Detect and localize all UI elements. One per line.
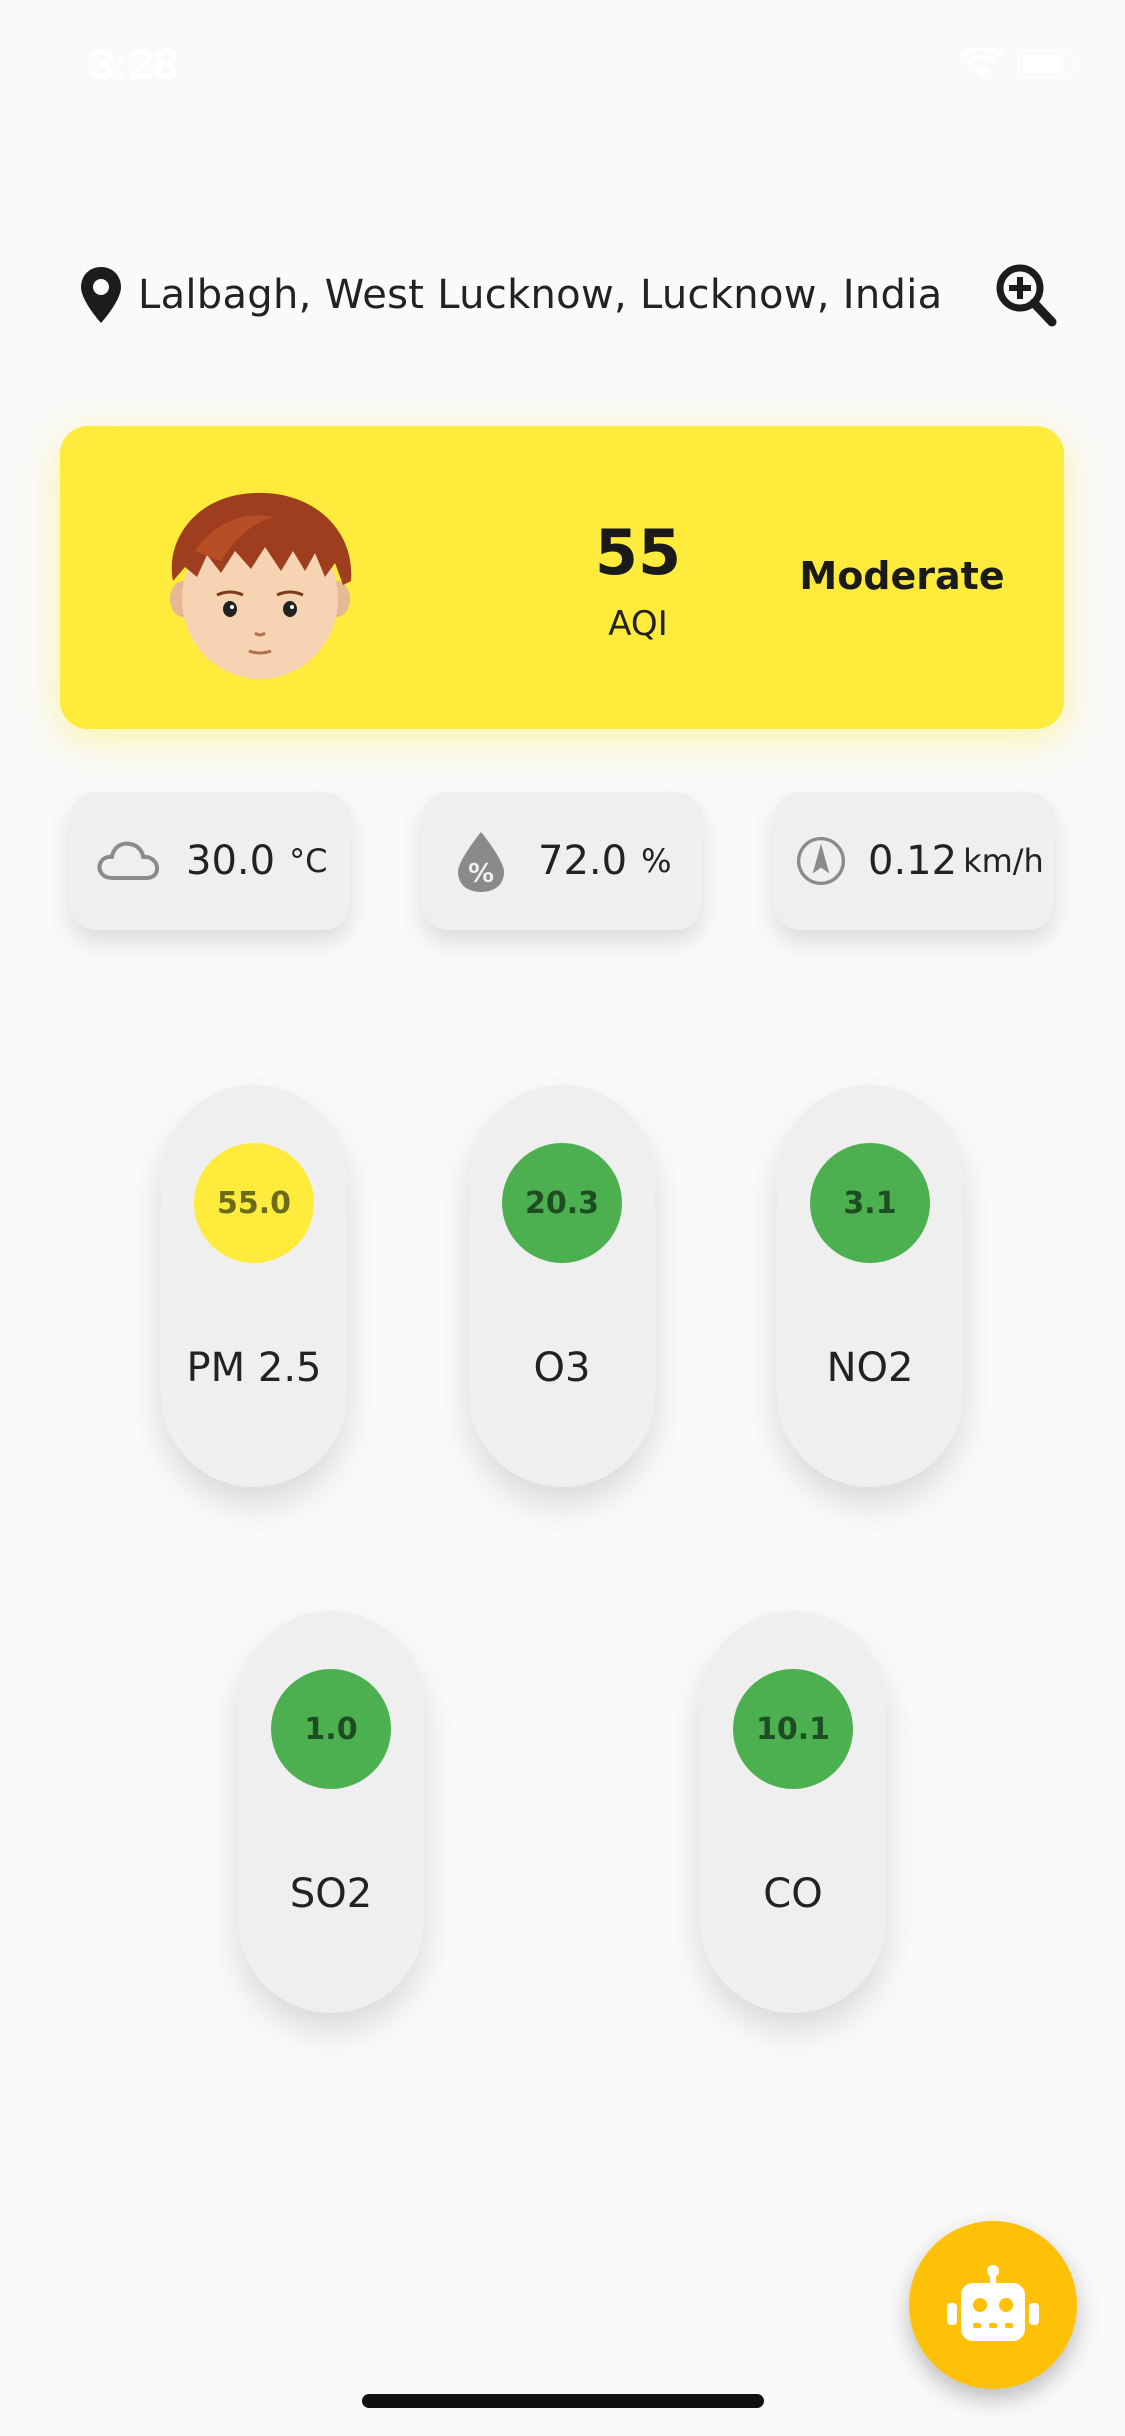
pollutant-so2[interactable]: 1.0 SO2 bbox=[238, 1611, 424, 2013]
battery-icon bbox=[1018, 49, 1079, 79]
pollutant-label: O3 bbox=[533, 1345, 591, 1391]
temperature-unit: °C bbox=[289, 842, 328, 880]
chatbot-fab-button[interactable] bbox=[909, 2221, 1077, 2389]
status-icons bbox=[960, 48, 1080, 80]
aqi-value: 55 bbox=[594, 516, 682, 589]
pollutant-label: NO2 bbox=[826, 1345, 914, 1391]
location-text: Lalbagh, West Lucknow, Lucknow, India bbox=[138, 272, 943, 318]
temperature-value: 30.0 bbox=[186, 838, 276, 884]
pollutant-value-badge: 10.1 bbox=[733, 1669, 853, 1789]
pollutant-o3[interactable]: 20.3 O3 bbox=[469, 1085, 655, 1487]
humidity-unit: % bbox=[641, 842, 672, 880]
pollutant-label: PM 2.5 bbox=[186, 1345, 322, 1391]
wind-card: 0.12 km/h bbox=[774, 792, 1054, 930]
pollutant-value-badge: 1.0 bbox=[271, 1669, 391, 1789]
humidity-value: 72.0 bbox=[538, 838, 628, 884]
temperature-card: 30.0 °C bbox=[70, 792, 350, 930]
robot-icon bbox=[947, 2265, 1039, 2341]
pollutant-label: CO bbox=[763, 1871, 823, 1917]
cloud-icon bbox=[97, 841, 160, 880]
home-indicator[interactable] bbox=[362, 2394, 764, 2408]
humidity-card: % 72.0 % bbox=[422, 792, 702, 930]
wifi-icon bbox=[960, 48, 1004, 78]
pollutant-pm25[interactable]: 55.0 PM 2.5 bbox=[161, 1085, 347, 1487]
aqi-card[interactable]: 55 AQI Moderate bbox=[60, 426, 1064, 729]
pollutant-co[interactable]: 10.1 CO bbox=[700, 1611, 886, 2013]
aqi-label: AQI bbox=[608, 604, 668, 644]
compass-icon bbox=[796, 836, 846, 886]
zoom-in-icon[interactable] bbox=[994, 262, 1058, 328]
pollutant-value-badge: 55.0 bbox=[194, 1143, 314, 1263]
pollutant-value-badge: 20.3 bbox=[502, 1143, 622, 1263]
pollutant-label: SO2 bbox=[289, 1871, 373, 1917]
location-pin-icon bbox=[81, 267, 121, 323]
avatar-face-icon bbox=[170, 492, 352, 679]
aqi-status: Moderate bbox=[799, 554, 1005, 598]
wind-unit: km/h bbox=[963, 842, 1044, 880]
pollutant-no2[interactable]: 3.1 NO2 bbox=[777, 1085, 963, 1487]
svg-text:%: % bbox=[468, 859, 494, 889]
humidity-icon: % bbox=[458, 832, 504, 892]
location-row: Lalbagh, West Lucknow, Lucknow, India bbox=[78, 262, 1058, 328]
wind-value: 0.12 bbox=[868, 838, 958, 884]
status-time: 3:28 bbox=[90, 40, 179, 89]
pollutant-value-badge: 3.1 bbox=[810, 1143, 930, 1263]
